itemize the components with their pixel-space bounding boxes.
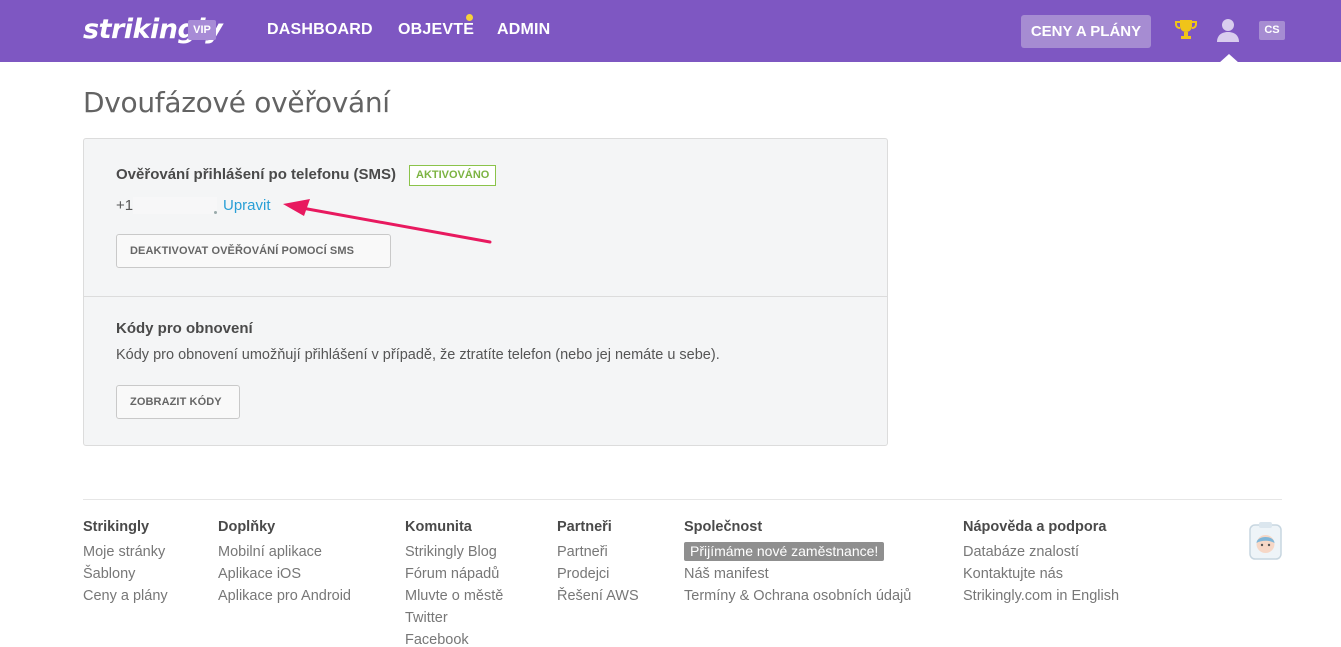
- footer-link-aws[interactable]: Řešení AWS: [557, 585, 639, 607]
- notification-dot: [466, 14, 473, 21]
- recovery-codes-title: Kódy pro obnovení: [116, 320, 253, 337]
- user-icon[interactable]: [1216, 17, 1240, 43]
- footer-column-partners: Partneři Partneři Prodejci Řešení AWS: [557, 519, 639, 607]
- phone-redaction-mark: [214, 211, 217, 214]
- two-factor-panel: Ověřování přihlášení po telefonu (SMS) A…: [83, 138, 888, 446]
- footer-link-twitter[interactable]: Twitter: [405, 607, 503, 629]
- footer-heading: Komunita: [405, 519, 472, 535]
- mascot-icon[interactable]: [1248, 521, 1283, 561]
- footer-link-terms-privacy[interactable]: Termíny & Ochrana osobních údajů: [684, 585, 911, 607]
- hiring-badge[interactable]: Přijímáme nové zaměstnance!: [684, 542, 885, 561]
- footer-heading: Partneři: [557, 519, 612, 535]
- phone-number-redacted: [133, 197, 217, 214]
- hiring-row: Přijímáme nové zaměstnance!: [684, 541, 911, 563]
- footer-link-talk-about[interactable]: Mluvte o městě: [405, 585, 503, 607]
- footer-column-company: Společnost Přijímáme nové zaměstnance! N…: [684, 519, 911, 607]
- show-codes-button[interactable]: ZOBRAZIT KÓDY: [116, 385, 240, 419]
- recovery-codes-description: Kódy pro obnovení umožňují přihlášení v …: [116, 347, 720, 363]
- status-badge: AKTIVOVÁNO: [409, 165, 497, 186]
- nav-admin[interactable]: ADMIN: [497, 21, 550, 39]
- arrow-annotation: [283, 199, 492, 244]
- footer-link-manifesto[interactable]: Náš manifest: [684, 563, 911, 585]
- footer-link-resellers[interactable]: Prodejci: [557, 563, 639, 585]
- footer-link-android-app[interactable]: Aplikace pro Android: [218, 585, 351, 607]
- nav-explore[interactable]: OBJEVTE: [398, 21, 474, 39]
- footer-link-contact[interactable]: Kontaktujte nás: [963, 563, 1119, 585]
- footer-column-addons: Doplňky Mobilní aplikace Aplikace iOS Ap…: [218, 519, 351, 607]
- footer-link-pricing[interactable]: Ceny a plány: [83, 585, 168, 607]
- footer-link-facebook[interactable]: Facebook: [405, 629, 503, 647]
- footer-link-my-sites[interactable]: Moje stránky: [83, 541, 168, 563]
- footer-link-knowledge-base[interactable]: Databáze znalostí: [963, 541, 1119, 563]
- footer-link-partners[interactable]: Partneři: [557, 541, 639, 563]
- section-divider: [84, 296, 887, 297]
- footer-link-mobile-app[interactable]: Mobilní aplikace: [218, 541, 351, 563]
- language-selector[interactable]: CS: [1259, 21, 1285, 40]
- page-title: Dvoufázové ověřování: [83, 86, 390, 119]
- footer-column-help: Nápověda a podpora Databáze znalostí Kon…: [963, 519, 1119, 607]
- phone-number: +1: [116, 197, 134, 214]
- vip-badge: VIP: [188, 20, 216, 40]
- footer-heading: Strikingly: [83, 519, 150, 535]
- sms-section-title: Ověřování přihlášení po telefonu (SMS): [116, 166, 397, 183]
- footer-heading: Společnost: [684, 519, 763, 535]
- footer-link-forum[interactable]: Fórum nápadů: [405, 563, 503, 585]
- pricing-plans-button[interactable]: CENY A PLÁNY: [1021, 15, 1151, 48]
- footer-link-ios-app[interactable]: Aplikace iOS: [218, 563, 351, 585]
- nav-dashboard[interactable]: DASHBOARD: [267, 21, 373, 39]
- footer-link-blog[interactable]: Strikingly Blog: [405, 541, 503, 563]
- footer-link-english[interactable]: Strikingly.com in English: [963, 585, 1119, 607]
- footer-divider: [83, 499, 1282, 500]
- footer-link-templates[interactable]: Šablony: [83, 563, 168, 585]
- footer-heading: Doplňky: [218, 519, 276, 535]
- footer-column-strikingly: Strikingly Moje stránky Šablony Ceny a p…: [83, 519, 168, 607]
- edit-phone-link[interactable]: Upravit: [223, 197, 271, 214]
- user-menu-caret: [1219, 54, 1239, 63]
- trophy-icon[interactable]: [1175, 18, 1197, 42]
- footer-column-community: Komunita Strikingly Blog Fórum nápadů Ml…: [405, 519, 503, 647]
- top-navigation-bar: strikingly VIP DASHBOARD OBJEVTE ADMIN C…: [0, 0, 1341, 63]
- footer-heading: Nápověda a podpora: [963, 519, 1107, 535]
